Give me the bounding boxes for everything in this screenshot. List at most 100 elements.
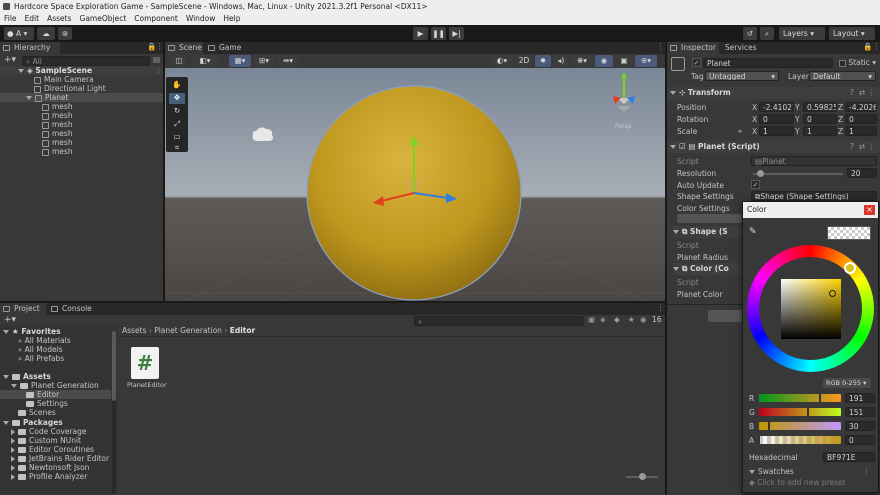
hidden-packages-icon[interactable]: ◉ [640,315,647,324]
add-icon[interactable]: +▾ [4,55,16,65]
play-button[interactable]: ▶ [413,27,428,40]
red-value-field[interactable]: 191 [845,393,875,403]
scene-menu-icon[interactable]: ⋮ [155,66,163,75]
layer-dropdown[interactable]: Default ▾ [809,71,876,81]
camera-settings-button[interactable]: ▣ [615,55,633,67]
tree-item-scenes[interactable]: Scenes [18,408,56,417]
favorite-icon[interactable]: ★ [628,315,635,324]
hierarchy-item-mesh[interactable]: mesh [42,102,73,111]
scale-z-field[interactable]: 1 [845,126,877,136]
saturation-value-square[interactable] [781,279,841,339]
favorites-header[interactable]: ★ Favorites [3,327,61,336]
breadcrumb-editor[interactable]: Editor [230,326,256,335]
hierarchy-item-planet[interactable]: Planet [0,93,163,102]
active-checkbox[interactable]: ✓ [692,58,701,67]
green-value-field[interactable]: 151 [845,407,875,417]
transform-header[interactable]: ⊹ Transform ? ⇄ ⋮ [667,87,880,99]
shape-settings-field[interactable]: ⧉Shape (Shape Settings) [751,191,877,201]
alpha-slider-knob[interactable] [758,435,760,444]
global-local-button[interactable]: ◧▾ [191,55,219,67]
scene-row[interactable]: ◈ SampleScene ⋮ [0,66,163,75]
transform-tool-icon[interactable]: ⌗ [169,143,185,152]
package-item[interactable]: Newtonsoft Json [11,463,89,472]
preset-icon[interactable]: ⇄ [859,141,865,153]
blue-value-field[interactable]: 30 [845,421,875,431]
create-icon[interactable]: +▾ [4,315,16,325]
swatches-header[interactable]: Swatches [749,467,794,476]
tab-project[interactable]: Project [0,303,46,315]
scale-x-field[interactable]: 1 [759,126,794,136]
help-icon[interactable]: ? [850,87,854,99]
search-by-type-icon[interactable]: ▣ [588,315,595,324]
hierarchy-item-directional-light[interactable]: Directional Light [34,84,106,93]
static-toggle[interactable]: Static ▾ [839,58,876,67]
menu-help[interactable]: Help [223,13,240,25]
icon-size-slider-knob[interactable] [639,473,646,480]
red-slider-knob[interactable] [819,393,822,402]
tab-services[interactable]: Services [721,42,761,54]
object-name-field[interactable]: Planet [703,58,833,68]
green-slider-knob[interactable] [806,407,809,416]
resolution-field[interactable]: 20 [847,168,877,178]
assets-header[interactable]: Assets [3,372,51,381]
breadcrumb-planet-generation[interactable]: Planet Generation [154,326,222,335]
close-button[interactable]: × [864,205,875,215]
favorites-item[interactable]: ⌕ All Prefabs [18,354,64,364]
more-menu-icon[interactable]: ⋮ [156,42,164,51]
hue-handle[interactable] [844,262,856,274]
blue-slider[interactable] [759,422,841,430]
menu-gameobject[interactable]: GameObject [80,13,127,25]
help-icon[interactable]: ? [850,141,854,153]
effects-button[interactable]: ❋▾ [571,55,593,67]
add-component-button[interactable] [708,310,744,322]
gizmos-button[interactable]: ⊕▾ [635,55,657,67]
tree-item-planet-generation[interactable]: Planet Generation [11,381,99,390]
move-tool-icon[interactable]: ✥ [169,93,185,104]
sv-handle[interactable] [829,290,836,297]
tab-game[interactable]: Game [205,42,243,54]
hierarchy-item-mesh[interactable]: mesh [42,147,73,156]
position-y-field[interactable]: 0.598252 [803,102,837,112]
package-item[interactable]: Custom NUnit [11,436,81,445]
tab-scene[interactable]: Scene [165,42,203,54]
preset-icon[interactable]: ⇄ [859,87,865,99]
gizmo-toggle-button[interactable]: ◫ [171,55,187,67]
filter-icon[interactable]: ▤ [153,55,160,64]
menu-window[interactable]: Window [186,13,216,25]
hierarchy-item-mesh[interactable]: mesh [42,129,73,138]
projection-label[interactable]: Persp [615,123,632,130]
alpha-slider[interactable] [759,436,841,444]
lighting-toggle-button[interactable]: ✹ [535,55,551,67]
tree-scrollbar[interactable] [112,331,116,493]
rotation-x-field[interactable]: 0 [759,114,794,124]
packages-header[interactable]: Packages [3,418,63,427]
color-section-header[interactable]: ⧉ Color (Co [673,263,743,275]
tag-icon[interactable]: ◆ [614,315,620,324]
rotate-tool-icon[interactable]: ↻ [169,106,185,117]
tab-inspector[interactable]: Inspector [667,42,719,54]
shape-section-header[interactable]: ⧉ Shape (S [673,226,743,238]
hierarchy-item-mesh[interactable]: mesh [42,120,73,129]
link-icon[interactable]: ⚭ [737,127,743,136]
grid-button[interactable]: ▦▾ [229,55,251,67]
tag-dropdown[interactable]: Untagged ▾ [705,71,779,81]
layout-dropdown[interactable]: Layout ▾ [829,27,875,40]
hex-value-field[interactable]: BF971E [823,452,875,462]
red-slider[interactable] [759,394,841,402]
alpha-value-field[interactable]: 0 [845,435,875,445]
scene-viewport[interactable]: Persp ✋ ✥ ↻ ⤢ ▭ ⌗ [165,68,665,301]
tree-item-settings[interactable]: Settings [26,399,68,408]
eyedropper-icon[interactable]: ✎ [749,227,757,237]
auto-update-checkbox[interactable]: ✓ [751,180,760,189]
history-button[interactable]: ↺ [743,27,757,40]
search-button[interactable]: ⌕ [760,27,774,40]
hierarchy-search-input[interactable]: ⌕ All [22,56,150,66]
green-slider[interactable] [759,408,841,416]
tab-hierarchy[interactable]: Hierarchy [0,42,60,54]
package-item[interactable]: Code Coverage [11,427,87,436]
hand-tool-icon[interactable]: ✋ [169,80,185,91]
hierarchy-item-main-camera[interactable]: Main Camera [34,75,94,84]
component-menu-icon[interactable]: ⋮ [868,87,876,99]
position-z-field[interactable]: -4.20267 [845,102,877,112]
position-x-field[interactable]: -2.41027 [759,102,794,112]
